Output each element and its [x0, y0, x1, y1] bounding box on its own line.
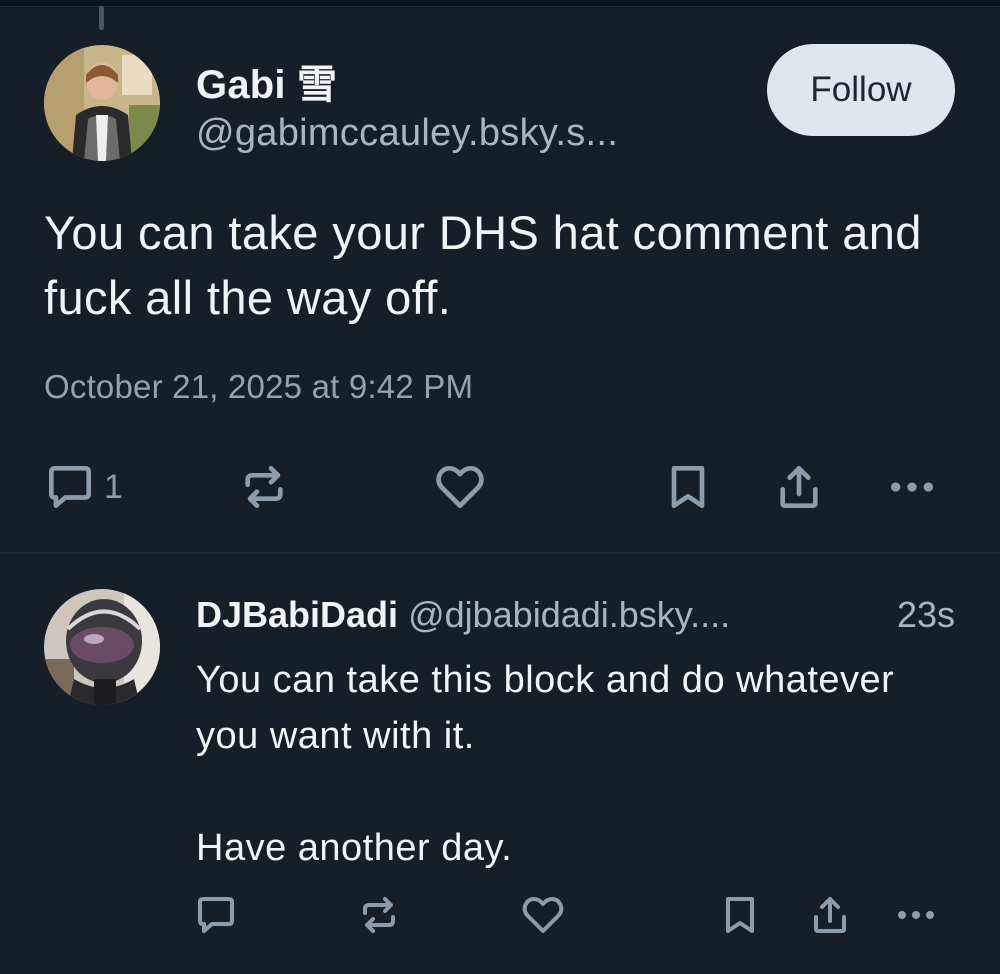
reply-text-line: Have another day. [196, 827, 513, 869]
bookmark-icon [726, 897, 754, 933]
main-post: Gabi 雪 @gabimccauley.bsky.s... Follow Yo… [0, 30, 1000, 552]
bookmark-icon [671, 466, 705, 508]
reply-text: You can take this block and do whatever … [196, 652, 956, 876]
bookmark-button[interactable] [716, 891, 764, 939]
share-button[interactable] [771, 459, 827, 515]
author-name[interactable]: Gabi 雪 [196, 52, 337, 110]
repost-icon [363, 897, 395, 933]
repost-button[interactable] [236, 459, 292, 515]
avatar-gabi-image [44, 45, 160, 161]
share-icon [814, 897, 846, 933]
post-text: You can take your DHS hat comment and fu… [44, 206, 922, 324]
avatar-djbabidadi-image [44, 589, 160, 705]
reply-author-handle[interactable]: @djbabidadi.bsky.... [408, 594, 730, 635]
reply-time[interactable]: 23s [897, 594, 955, 636]
reply-icon [49, 466, 91, 508]
more-icon [891, 482, 933, 492]
like-icon [436, 466, 484, 508]
reply-post[interactable]: DJBabiDadi @djbabidadi.bsky.... 23s You … [0, 556, 1000, 974]
thread-connector-line [99, 6, 104, 30]
like-button[interactable] [517, 891, 569, 939]
reply-icon [198, 897, 234, 933]
reply-button[interactable]: 1 [42, 459, 123, 515]
like-button[interactable] [430, 459, 490, 515]
reply-author-name[interactable]: DJBabiDadi [196, 594, 398, 635]
like-icon [522, 897, 564, 933]
avatar-gabi[interactable] [44, 45, 160, 161]
more-button[interactable] [882, 459, 942, 515]
reply-text-line: You can take this block and do whatever … [196, 659, 895, 757]
reply-button[interactable] [192, 891, 240, 939]
more-button[interactable] [890, 891, 942, 939]
bookmark-button[interactable] [660, 459, 716, 515]
avatar-djbabidadi[interactable] [44, 589, 160, 705]
repost-button[interactable] [355, 891, 403, 939]
reply-count: 1 [104, 467, 123, 506]
share-icon [780, 466, 818, 508]
follow-button[interactable]: Follow [767, 44, 955, 136]
share-button[interactable] [806, 891, 854, 939]
repost-icon [245, 466, 283, 508]
post-timestamp[interactable]: October 21, 2025 at 9:42 PM [44, 368, 473, 406]
reply-header: DJBabiDadi @djbabidadi.bsky.... [196, 594, 730, 636]
reply-actions [0, 891, 1000, 941]
more-icon [898, 911, 934, 919]
author-handle[interactable]: @gabimccauley.bsky.s... [196, 112, 618, 155]
post-divider [0, 552, 1000, 554]
top-border [0, 0, 1000, 7]
post-actions: 1 [0, 455, 1000, 515]
